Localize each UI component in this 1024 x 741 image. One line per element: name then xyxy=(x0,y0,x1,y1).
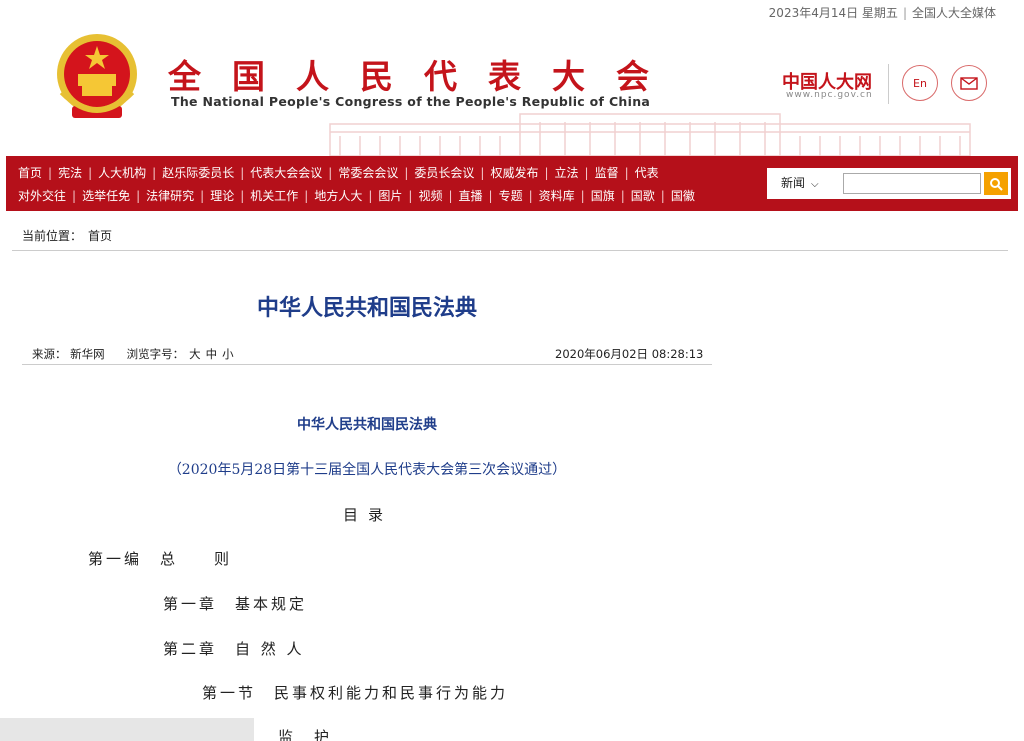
nav-item[interactable]: 首页 xyxy=(18,164,42,181)
site-title-cn: 全国人民代表大会 xyxy=(168,57,680,96)
body-title: 中华人民共和国民法典 xyxy=(297,417,437,433)
site-header: 全国人民代表大会 The National People's Congress … xyxy=(0,0,1024,156)
nav-item[interactable]: 代表 xyxy=(635,164,659,181)
npc-url: www.npc.gov.cn xyxy=(786,90,873,100)
nav-item[interactable]: 直播 xyxy=(459,187,483,204)
search-category-select[interactable]: 新闻 ⌵ xyxy=(781,174,819,191)
main-navigation: 首页 | 宪法 | 人大机构 | 赵乐际委员长 | 代表大会会议 | 常委会会议 | 委员长会议 | 权威发… xyxy=(6,156,1018,211)
nav-item[interactable]: 国徽 xyxy=(671,187,695,204)
nav-separator: | xyxy=(404,166,409,180)
great-hall-skyline-icon xyxy=(329,113,971,156)
breadcrumb-home[interactable]: 首页 xyxy=(88,229,112,243)
search-box: 新闻 ⌵ xyxy=(767,168,1011,199)
nav-separator: | xyxy=(480,166,485,180)
nav-separator: | xyxy=(624,166,629,180)
article-timestamp: 2020年06月02日 08:28:13 xyxy=(555,347,704,361)
nav-item[interactable]: 国歌 xyxy=(631,187,655,204)
mail-button[interactable] xyxy=(951,65,987,101)
nav-separator: | xyxy=(528,189,533,203)
nav-separator: | xyxy=(136,189,141,203)
nav-item[interactable]: 机关工作 xyxy=(250,187,298,204)
search-category-value: 新闻 xyxy=(781,176,806,190)
nav-separator: | xyxy=(544,166,549,180)
nav-item[interactable]: 专题 xyxy=(499,187,523,204)
toc-item: 第一编 总 则 xyxy=(88,550,233,568)
nav-item[interactable]: 法律研究 xyxy=(146,187,194,204)
article-meta: 来源： 新华网 浏览字号： 大中小 xyxy=(32,346,234,362)
article-source: 来源： 新华网 xyxy=(32,347,105,361)
nav-separator: | xyxy=(488,189,493,203)
toc-item: 第二章 自 然 人 xyxy=(163,640,305,658)
breadcrumb-divider xyxy=(12,250,1008,251)
nav-item[interactable]: 赵乐际委员长 xyxy=(162,164,234,181)
nav-separator: | xyxy=(152,166,157,180)
mail-icon xyxy=(960,76,978,90)
nav-separator: | xyxy=(408,189,413,203)
nav-separator: | xyxy=(448,189,453,203)
nav-item[interactable]: 选举任免 xyxy=(82,187,130,204)
meta-divider xyxy=(22,364,712,365)
nav-separator: | xyxy=(620,189,625,203)
english-button[interactable]: En xyxy=(902,65,938,101)
nav-row-1: 首页 | 宪法 | 人大机构 | 赵乐际委员长 | 代表大会会议 | 常委会会议 | 委员长会议 | 权威发… xyxy=(18,164,659,181)
font-size-large[interactable]: 大 xyxy=(189,347,201,361)
nav-item[interactable]: 理论 xyxy=(210,187,234,204)
nav-item[interactable]: 资料库 xyxy=(539,187,575,204)
font-size-medium[interactable]: 中 xyxy=(206,347,218,361)
nav-separator: | xyxy=(240,189,245,203)
toc-item: 第一章 基本规定 xyxy=(163,595,308,613)
toc-title: 目录 xyxy=(343,506,394,524)
body-subtitle: （2020年5月28日第十三届全国人民代表大会第三次会议通过） xyxy=(167,462,567,478)
site-title-en: The National People's Congress of the Pe… xyxy=(171,94,651,109)
header-divider xyxy=(888,64,889,104)
nav-separator: | xyxy=(200,189,205,203)
article-title: 中华人民共和国民法典 xyxy=(256,295,477,321)
breadcrumb-label: 当前位置： xyxy=(22,229,83,243)
nav-separator: | xyxy=(368,189,373,203)
font-size-label: 浏览字号： xyxy=(126,347,185,361)
nav-item[interactable]: 委员长会议 xyxy=(414,164,474,181)
nav-item[interactable]: 代表大会会议 xyxy=(250,164,322,181)
search-icon xyxy=(990,177,1003,191)
nav-item[interactable]: 国旗 xyxy=(591,187,615,204)
chevron-down-icon: ⌵ xyxy=(811,179,819,190)
nav-item[interactable]: 地方人大 xyxy=(314,187,362,204)
toc-item: 监 护 xyxy=(278,728,333,741)
toc-item: 第一节 民事权利能力和民事行为能力 xyxy=(202,684,509,702)
nav-separator: | xyxy=(304,189,309,203)
nav-item[interactable]: 视频 xyxy=(418,187,442,204)
nav-separator: | xyxy=(580,189,585,203)
nav-item[interactable]: 图片 xyxy=(378,187,402,204)
search-input[interactable] xyxy=(843,173,981,194)
nav-separator: | xyxy=(88,166,93,180)
nav-item[interactable]: 权威发布 xyxy=(490,164,538,181)
nav-separator: | xyxy=(240,166,245,180)
nav-item[interactable]: 立法 xyxy=(555,164,579,181)
nav-separator: | xyxy=(584,166,589,180)
nav-item[interactable]: 宪法 xyxy=(58,164,82,181)
font-size-small[interactable]: 小 xyxy=(222,347,234,361)
nav-separator: | xyxy=(48,166,53,180)
breadcrumb: 当前位置： 首页 xyxy=(22,227,112,244)
nav-item[interactable]: 对外交往 xyxy=(18,187,66,204)
nav-item[interactable]: 常委会会议 xyxy=(338,164,398,181)
nav-separator: | xyxy=(328,166,333,180)
nav-item[interactable]: 监督 xyxy=(595,164,619,181)
national-emblem-icon xyxy=(57,34,137,118)
nav-item[interactable]: 人大机构 xyxy=(98,164,146,181)
bottom-strip xyxy=(0,718,254,741)
nav-separator: | xyxy=(660,189,665,203)
nav-row-2: 对外交往 | 选举任免 | 法律研究 | 理论 | 机关工作 | 地方人大 | 图片 | 视频 | 直播 | 专题 |… xyxy=(18,187,695,204)
search-button[interactable] xyxy=(984,172,1008,195)
nav-separator: | xyxy=(72,189,77,203)
